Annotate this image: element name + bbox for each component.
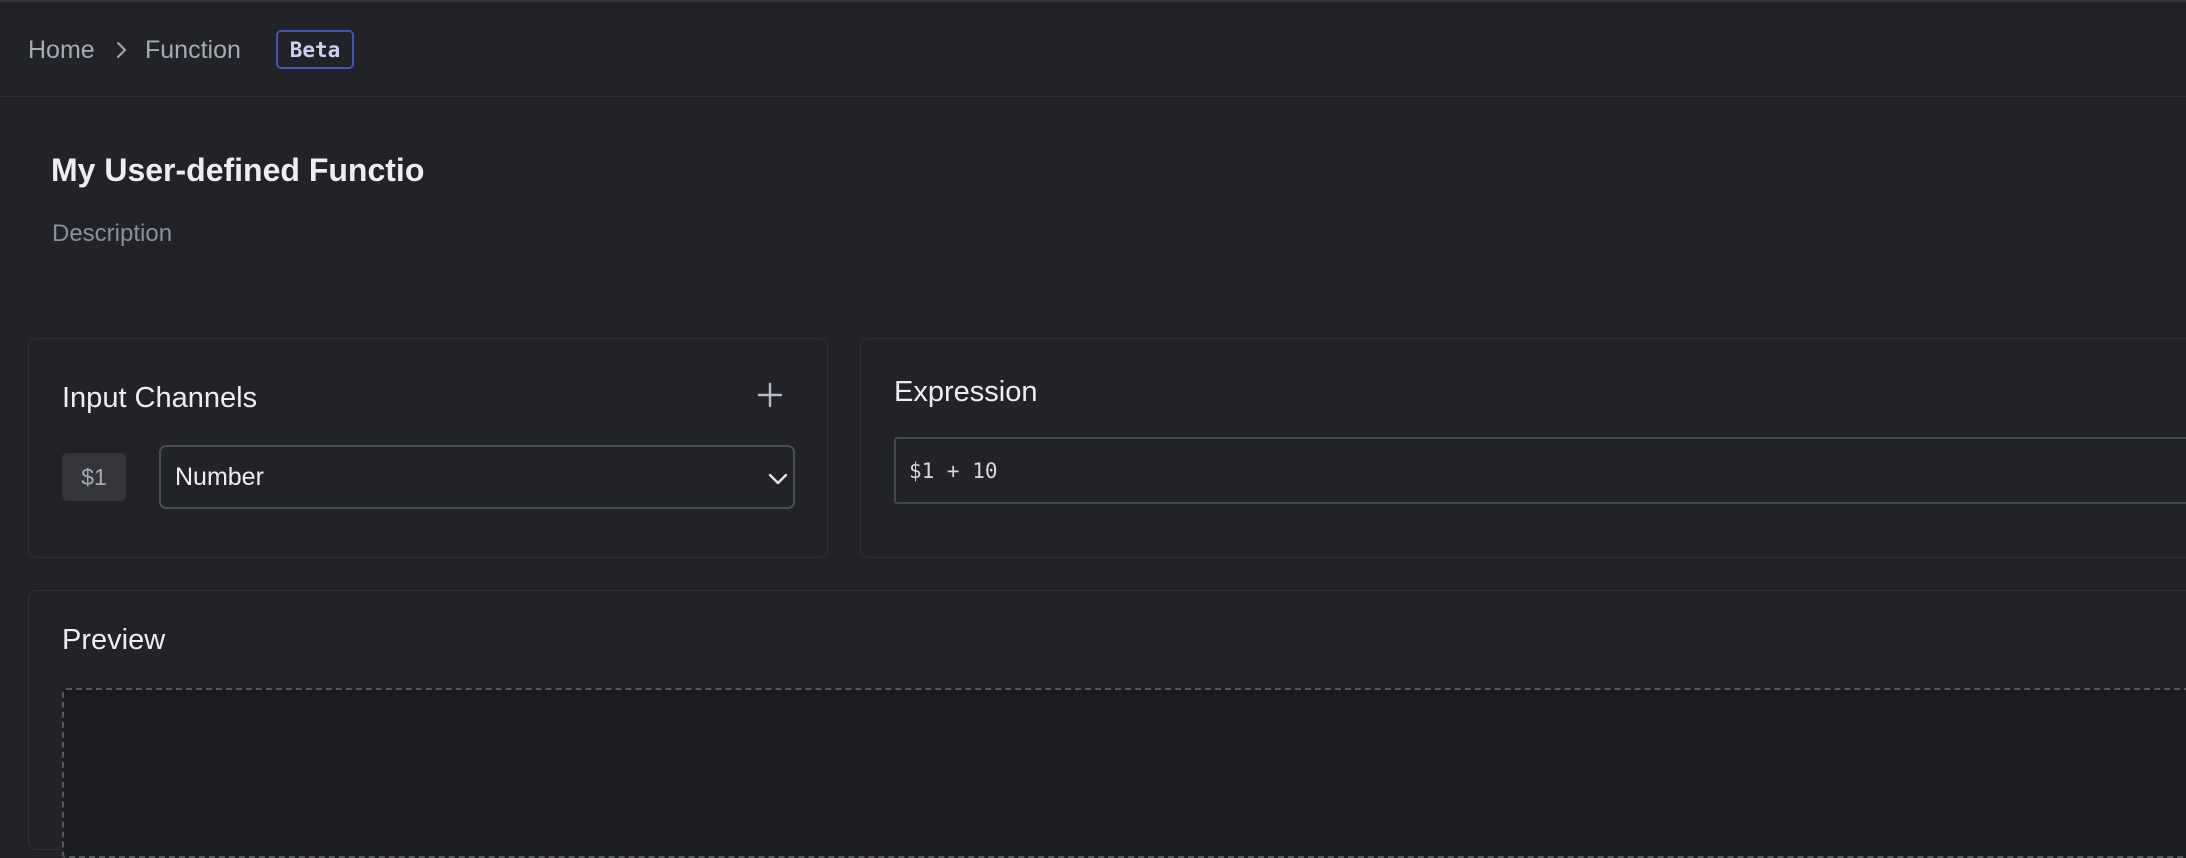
expression-value: $1 + 10 xyxy=(909,459,998,483)
page-title[interactable]: My User-defined Function xyxy=(51,150,426,190)
plus-icon[interactable] xyxy=(754,379,786,411)
preview-heading: Preview xyxy=(62,624,166,656)
input-channels-heading: Input Channels xyxy=(62,382,258,414)
chevron-down-icon xyxy=(768,473,788,485)
breadcrumb-home-link[interactable]: Home xyxy=(28,35,95,65)
channel-type-value: Number xyxy=(175,463,264,491)
beta-badge: Beta xyxy=(276,30,354,69)
page-description[interactable]: Description xyxy=(52,219,172,249)
channel-tag: $1 xyxy=(62,453,126,501)
preview-panel: Preview xyxy=(28,590,2186,858)
preview-area xyxy=(62,688,2186,858)
chevron-right-icon xyxy=(117,42,126,58)
expression-panel: Expression $1 + 10 xyxy=(860,338,2186,558)
channel-type-select[interactable]: Number xyxy=(159,445,795,509)
breadcrumb-function-link[interactable]: Function xyxy=(145,35,241,65)
input-channels-panel: Input Channels $1 Number xyxy=(28,338,828,558)
expression-input[interactable]: $1 + 10 xyxy=(894,437,2186,504)
breadcrumb: Home Function Beta xyxy=(0,2,2186,97)
expression-heading: Expression xyxy=(894,376,1038,408)
